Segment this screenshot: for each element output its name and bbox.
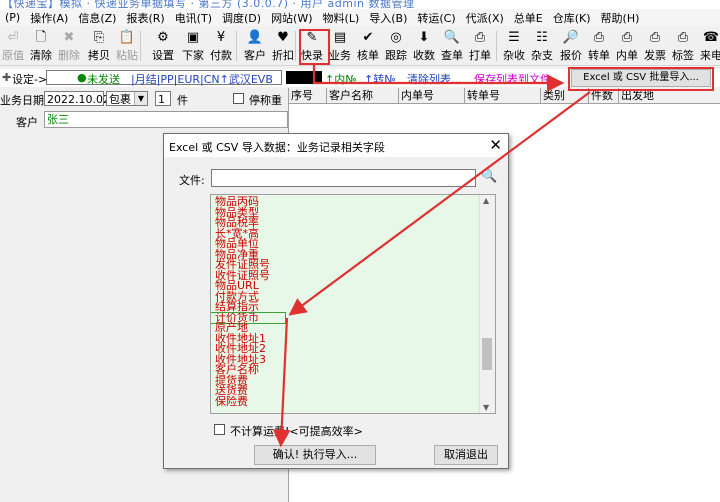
arrow-to-confirm <box>272 317 291 448</box>
arrow-to-field-list <box>288 91 591 316</box>
arrow-to-import <box>312 65 565 92</box>
annotation-arrows <box>272 65 591 448</box>
